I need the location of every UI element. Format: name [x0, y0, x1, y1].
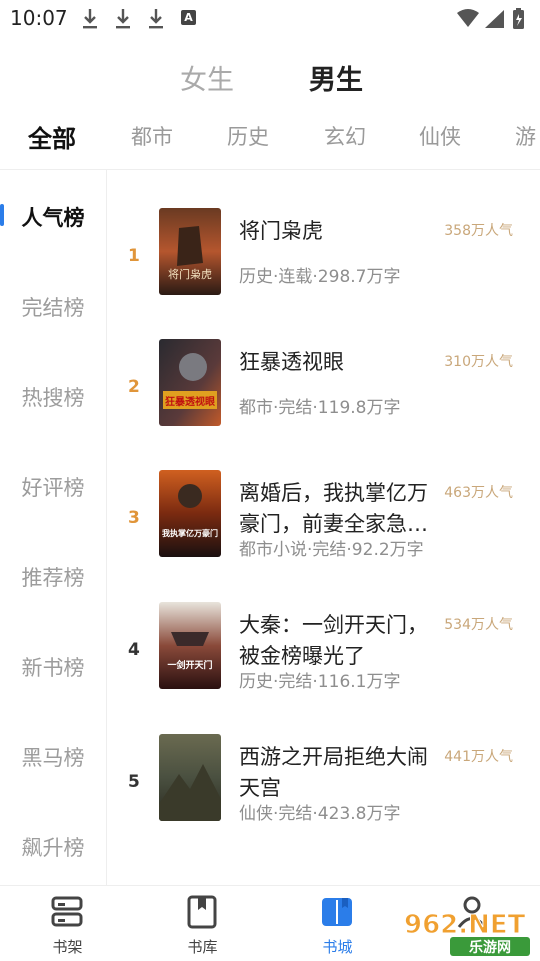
category-tab-game[interactable]: 游	[515, 121, 536, 151]
book-meta: 历史·连载·298.7万字	[239, 267, 401, 287]
wifi-icon	[457, 9, 479, 27]
book-meta: 历史·完结·116.1万字	[239, 672, 401, 692]
category-tab-fantasy[interactable]: 玄幻	[324, 121, 366, 151]
download-icon	[116, 9, 130, 29]
nav-label: 书城	[322, 938, 353, 956]
cover-title: 狂暴透视眼	[165, 395, 215, 408]
category-tab-all[interactable]: 全部	[28, 119, 76, 154]
sidebar-item-recommended[interactable]: 推荐榜	[0, 562, 106, 592]
tab-male[interactable]: 男生	[309, 58, 363, 97]
popularity-count: 358万人气	[444, 223, 513, 239]
rank-number: 3	[128, 508, 140, 528]
book-list-item[interactable]: 1 将门枭虎 将门枭虎 历史·连载·298.7万字 358万人气	[107, 208, 540, 318]
popularity-count: 534万人气	[444, 617, 513, 633]
sidebar-item-hot-search[interactable]: 热搜榜	[0, 382, 106, 412]
ranking-sidebar: 人气榜 完结榜 热搜榜 好评榜 推荐榜 新书榜 黑马榜 飙升榜	[0, 170, 107, 885]
bookstore-icon	[322, 898, 352, 926]
rank-number: 1	[128, 246, 140, 266]
book-title: 将门枭虎	[239, 219, 323, 243]
download-icon	[83, 9, 97, 29]
tab-female[interactable]: 女生	[180, 58, 234, 97]
status-icons	[457, 8, 524, 29]
nav-label: 书架	[52, 938, 83, 956]
nav-library[interactable]: 书库	[135, 886, 270, 961]
book-title: 离婚后，我执掌亿万豪门，前妻全家急疯了	[239, 481, 428, 536]
site-watermark: 962.NET 乐游网	[404, 910, 530, 956]
a-icon: A	[181, 10, 196, 25]
sidebar-item-completed[interactable]: 完结榜	[0, 292, 106, 322]
rank-number: 4	[128, 640, 140, 660]
book-cover	[159, 734, 221, 821]
sidebar-item-popular[interactable]: 人气榜	[0, 202, 106, 232]
book-cover: 将门枭虎	[159, 208, 221, 295]
book-cover: 狂暴透视眼	[159, 339, 221, 426]
rank-number: 2	[128, 377, 140, 397]
book-list-item[interactable]: 4 一剑开天门 大秦：一剑开天门，被金榜曝光了 历史·完结·116.1万字 53…	[107, 602, 540, 712]
cover-title: 我执掌亿万豪门	[162, 528, 218, 538]
book-list-item[interactable]: 5 西游之开局拒绝大闹天宫 仙侠·完结·423.8万字 441万人气	[107, 734, 540, 844]
status-bar: 10:07 A	[0, 0, 540, 38]
book-cover: 一剑开天门	[159, 602, 221, 689]
bookshelf-icon	[51, 896, 83, 927]
popularity-count: 441万人气	[444, 749, 513, 765]
cover-title: 将门枭虎	[168, 267, 212, 281]
nav-bookstore[interactable]: 书城	[270, 886, 405, 961]
download-icon	[149, 9, 163, 29]
library-icon	[187, 895, 217, 929]
popularity-count: 463万人气	[444, 485, 513, 501]
book-list-item[interactable]: 3 我执掌亿万豪门 离婚后，我执掌亿万豪门，前妻全家急疯了 都市小说·完结·92…	[107, 470, 540, 580]
book-meta: 都市小说·完结·92.2万字	[239, 540, 424, 560]
watermark-line1: 962.NET	[404, 910, 526, 940]
nav-bookshelf[interactable]: 书架	[0, 886, 135, 961]
book-title: 大秦：一剑开天门，被金榜曝光了	[239, 613, 428, 668]
signal-icon	[485, 10, 504, 28]
book-title: 狂暴透视眼	[239, 350, 344, 374]
book-list-item[interactable]: 2 狂暴透视眼 狂暴透视眼 都市·完结·119.8万字 310万人气	[107, 339, 540, 449]
cover-title: 一剑开天门	[167, 659, 212, 671]
book-meta: 都市·完结·119.8万字	[239, 398, 401, 418]
book-meta: 仙侠·完结·423.8万字	[239, 804, 401, 824]
rank-number: 5	[128, 772, 140, 792]
book-cover: 我执掌亿万豪门	[159, 470, 221, 557]
watermark-line2: 乐游网	[469, 939, 511, 956]
popularity-count: 310万人气	[444, 354, 513, 370]
category-tab-xianxia[interactable]: 仙侠	[419, 121, 461, 151]
sidebar-item-dark-horse[interactable]: 黑马榜	[0, 742, 106, 772]
nav-label: 书库	[187, 938, 218, 956]
sidebar-item-good-review[interactable]: 好评榜	[0, 472, 106, 502]
sidebar-item-new-books[interactable]: 新书榜	[0, 652, 106, 682]
status-time: 10:07	[10, 6, 68, 30]
category-tab-city[interactable]: 都市	[131, 121, 173, 151]
sidebar-item-rising[interactable]: 飙升榜	[0, 832, 106, 862]
category-tab-history[interactable]: 历史	[227, 121, 269, 151]
book-title: 西游之开局拒绝大闹天宫	[239, 745, 428, 800]
